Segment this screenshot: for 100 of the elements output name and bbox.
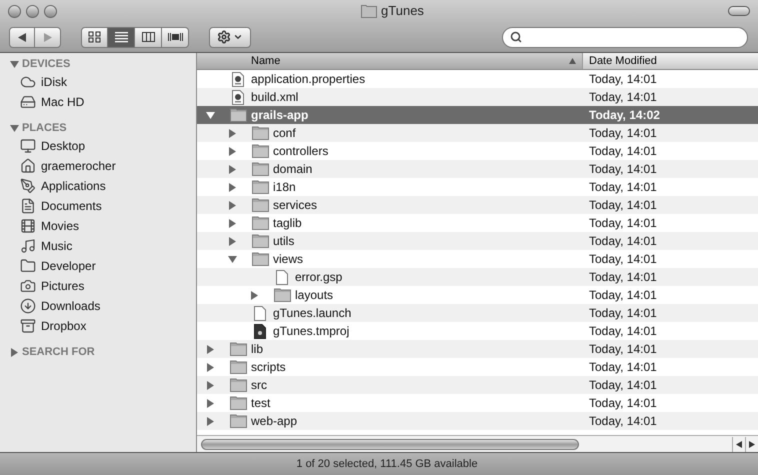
sidebar-section-title: PLACES (22, 120, 67, 136)
expand-triangle-icon[interactable] (206, 416, 215, 426)
music-note-icon (20, 238, 36, 254)
file-name: taglib (273, 215, 302, 232)
action-menu-button[interactable] (209, 26, 251, 48)
folder-icon (252, 216, 268, 230)
box-icon (20, 318, 36, 334)
file-row[interactable]: web-app Today, 14:01 (197, 412, 758, 430)
status-text: 1 of 20 selected, 111.45 GB available (296, 456, 478, 472)
sidebar-item[interactable]: iDisk (0, 72, 196, 92)
file-name: application.properties (251, 71, 366, 88)
folder-icon (230, 342, 246, 356)
file-row[interactable]: domain Today, 14:01 (197, 160, 758, 178)
file-row[interactable]: conf Today, 14:01 (197, 124, 758, 142)
hard-drive-icon (20, 94, 36, 110)
sidebar-item-label: Movies (41, 218, 80, 235)
list-view-button[interactable] (108, 26, 135, 48)
film-icon (20, 218, 36, 234)
sidebar-item-label: Music (41, 238, 72, 255)
file-row[interactable]: lib Today, 14:01 (197, 340, 758, 358)
sidebar-item[interactable]: Documents (0, 196, 196, 216)
collapse-triangle-icon[interactable] (10, 60, 19, 68)
caret-icon (233, 32, 243, 42)
sidebar-item-label: Downloads (41, 298, 100, 315)
file-row[interactable]: services Today, 14:01 (197, 196, 758, 214)
left-arrow-icon (736, 440, 742, 448)
sidebar-item[interactable]: Developer (0, 256, 196, 276)
folder-icon (230, 360, 246, 374)
sidebar-item[interactable]: Downloads (0, 296, 196, 316)
folder-icon (230, 396, 246, 410)
cover-flow-icon (168, 30, 182, 44)
sidebar-item[interactable]: Dropbox (0, 316, 196, 336)
column-header[interactable]: Name (197, 53, 583, 69)
sidebar-item[interactable]: Desktop (0, 136, 196, 156)
expand-triangle-icon[interactable] (228, 218, 237, 228)
minimize-window-button[interactable] (26, 4, 39, 18)
sidebar-item[interactable]: Music (0, 236, 196, 256)
expand-triangle-icon[interactable] (228, 146, 237, 156)
expand-triangle-icon[interactable] (228, 164, 237, 174)
folder-icon (252, 198, 268, 212)
horizontal-scrollbar[interactable] (197, 435, 758, 452)
search-field[interactable] (502, 26, 748, 48)
icon-view-icon (87, 30, 102, 44)
settings-icon (217, 30, 231, 44)
date-cell-text: Today, 14:02 (588, 107, 660, 124)
expand-triangle-icon[interactable] (206, 380, 215, 390)
sidebar-item[interactable]: Pictures (0, 276, 196, 296)
zoom-window-button[interactable] (44, 4, 57, 18)
close-window-button[interactable] (8, 4, 21, 18)
column-view-button[interactable] (135, 26, 162, 48)
sidebar-item[interactable]: Mac HD (0, 92, 196, 112)
collapse-triangle-icon[interactable] (10, 124, 19, 132)
document-icon (254, 306, 266, 320)
expand-triangle-icon[interactable] (206, 398, 215, 408)
folder-icon (252, 252, 268, 266)
collapse-triangle-icon[interactable] (206, 110, 215, 120)
date-cell-text: Today, 14:01 (588, 89, 657, 106)
monitor-icon (20, 138, 36, 154)
toolbar-toggle-button[interactable] (728, 6, 750, 16)
expand-triangle-icon[interactable] (228, 128, 237, 138)
back-button[interactable] (9, 26, 35, 48)
expand-triangle-icon[interactable] (228, 182, 237, 192)
file-name: domain (273, 161, 312, 178)
file-row[interactable]: error.gsp Today, 14:01 (197, 268, 758, 286)
date-cell-text: Today, 14:01 (588, 413, 657, 430)
expand-triangle-icon[interactable] (228, 236, 237, 246)
file-name: layouts (295, 287, 334, 304)
right-arrow-icon (749, 440, 755, 448)
file-row[interactable]: gTunes.launch Today, 14:01 (197, 304, 758, 322)
sidebar-item[interactable]: Movies (0, 216, 196, 236)
expand-triangle-icon[interactable] (250, 290, 259, 300)
folder-icon (361, 4, 378, 18)
search-icon (510, 31, 522, 43)
date-cell-text: Today, 14:01 (588, 161, 657, 178)
file-row[interactable]: build.xml Today, 14:01 (197, 88, 758, 106)
file-row[interactable]: src Today, 14:01 (197, 376, 758, 394)
cover-flow-button[interactable] (162, 26, 189, 48)
folder-icon (20, 258, 36, 274)
expand-triangle-icon[interactable] (228, 200, 237, 210)
folder-icon (252, 162, 268, 176)
document-icon (20, 198, 36, 214)
sidebar-item-label: Pictures (41, 278, 84, 295)
sidebar-item[interactable]: Applications (0, 176, 196, 196)
forward-button[interactable] (35, 26, 61, 48)
folder-icon (252, 144, 268, 158)
column-header[interactable]: Date Modified (583, 53, 758, 69)
date-cell-text: Today, 14:01 (588, 395, 657, 412)
file-name: grails-app (251, 107, 308, 124)
sidebar-item[interactable]: graemerocher (0, 156, 196, 176)
left-arrow-icon (18, 32, 26, 42)
expand-triangle-icon[interactable] (10, 348, 19, 356)
scrollbar-thumb[interactable] (201, 438, 579, 450)
sidebar-item-label: Dropbox (41, 318, 86, 335)
expand-triangle-icon[interactable] (206, 344, 215, 354)
file-row[interactable]: grails-app Today, 14:02 (197, 106, 758, 124)
camera-icon (20, 278, 36, 294)
file-row[interactable]: utils Today, 14:01 (197, 232, 758, 250)
collapse-triangle-icon[interactable] (228, 254, 237, 264)
icon-view-button[interactable] (81, 26, 108, 48)
expand-triangle-icon[interactable] (206, 362, 215, 372)
